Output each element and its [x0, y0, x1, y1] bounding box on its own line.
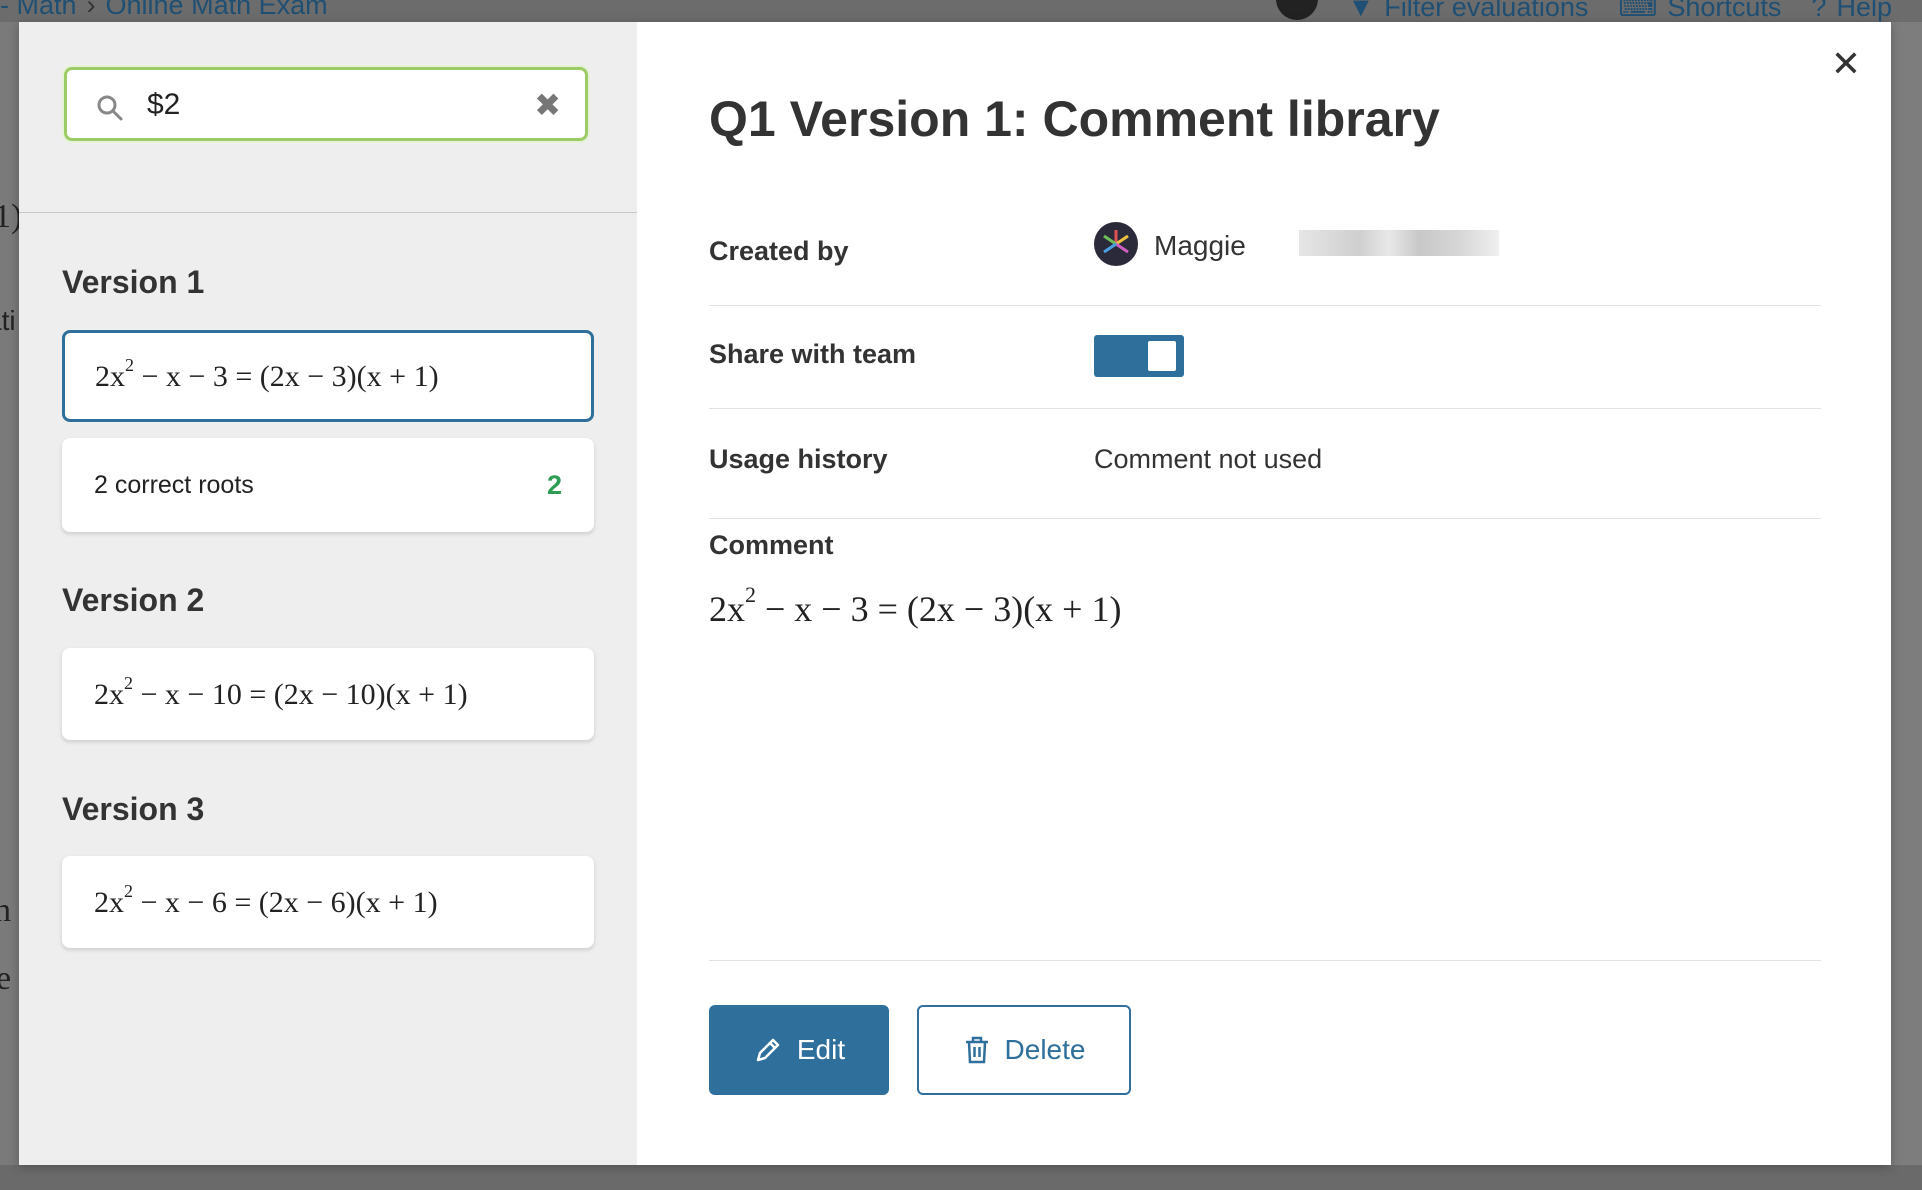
edit-button-label: Edit: [796, 1034, 846, 1065]
avatar-logo-icon: [1103, 230, 1129, 254]
filter-evaluations-label: Filter evaluations: [1384, 0, 1589, 22]
comment-label: Comment: [709, 530, 834, 560]
comment-card[interactable]: 2 correct roots 2: [62, 438, 594, 532]
group-title-version-2: Version 2: [62, 582, 205, 618]
usage-history-label: Usage history: [709, 444, 888, 474]
search-box: ✖: [64, 67, 588, 141]
created-by-row: Created by Maggie: [709, 202, 1821, 306]
background-text-fragment: ati: [0, 305, 16, 336]
close-icon[interactable]: ✕: [1831, 44, 1861, 84]
group-title-version-3: Version 3: [62, 791, 205, 827]
breadcrumb-separator: ›: [86, 0, 96, 20]
delete-button[interactable]: Delete: [917, 1005, 1131, 1095]
search-icon: [97, 95, 123, 121]
redacted-surname: [1299, 230, 1499, 256]
comment-card[interactable]: 2x2 − x − 6 = (2x − 6)(x + 1): [62, 856, 594, 948]
comment-body-math: 2x2 − x − 3 = (2x − 3)(x + 1): [709, 582, 1122, 629]
page-title: Q1 Version 1: Comment library: [709, 91, 1440, 147]
breadcrumb-item-course[interactable]: - Math: [0, 0, 77, 20]
usage-history-value: Comment not used: [1094, 444, 1323, 474]
comment-detail-panel: ✕ Q1 Version 1: Comment library Created …: [637, 22, 1891, 1165]
help-button[interactable]: ? Help: [1811, 0, 1892, 22]
filter-icon: ▼: [1347, 0, 1375, 22]
pencil-icon: [756, 1038, 780, 1062]
creator-name: Maggie: [1154, 230, 1246, 261]
edit-button[interactable]: Edit: [709, 1005, 889, 1095]
background-footer: [0, 1165, 1922, 1190]
comment-card-math: 2x2 − x − 6 = (2x − 6)(x + 1): [94, 880, 438, 919]
help-label: Help: [1836, 0, 1892, 22]
comment-card-selected[interactable]: 2x2 − x − 3 = (2x − 3)(x + 1): [62, 330, 594, 422]
comment-card-math: 2x2 − x − 10 = (2x − 10)(x + 1): [94, 672, 468, 711]
usage-history-row: Usage history Comment not used: [709, 408, 1821, 519]
comment-card-text: 2 correct roots: [94, 470, 254, 499]
shortcuts-button[interactable]: ⌨ Shortcuts: [1618, 0, 1782, 22]
share-with-team-row: Share with team: [709, 305, 1821, 409]
help-icon: ?: [1811, 0, 1827, 22]
usage-count-badge: 2: [546, 469, 562, 500]
created-by-label: Created by: [709, 236, 849, 266]
comment-sidebar: ✖ Version 1 2x2 − x − 3 = (2x − 3)(x + 1…: [19, 22, 637, 1165]
share-with-team-toggle[interactable]: [1094, 335, 1184, 377]
comment-card[interactable]: 2x2 − x − 10 = (2x − 10)(x + 1): [62, 648, 594, 740]
background-toolbar: ▼ Filter evaluations ⌨ Shortcuts ? Help: [1275, 0, 1892, 22]
background-header: - Math › Online Math Exam ▼ Filter evaluat…: [0, 0, 1922, 22]
group-title-version-1: Version 1: [62, 264, 205, 300]
comment-library-modal: ✖ Version 1 2x2 − x − 3 = (2x − 3)(x + 1…: [19, 22, 1891, 1165]
sidebar-divider: [19, 212, 637, 213]
clear-search-icon[interactable]: ✖: [534, 89, 561, 121]
share-with-team-label: Share with team: [709, 339, 917, 369]
background-text-fragment: h: [0, 892, 11, 929]
filter-evaluations-button[interactable]: ▼ Filter evaluations: [1347, 0, 1589, 22]
footer-divider: [709, 960, 1821, 961]
background-text-fragment: e: [0, 960, 12, 997]
breadcrumb-item-exam[interactable]: Online Math Exam: [106, 0, 328, 20]
background-avatar: [1275, 0, 1318, 20]
trash-icon: [965, 1036, 988, 1064]
keyboard-icon: ⌨: [1618, 0, 1658, 22]
breadcrumb: - Math › Online Math Exam: [0, 0, 328, 19]
comment-card-math: 2x2 − x − 3 = (2x − 3)(x + 1): [95, 354, 439, 393]
search-input[interactable]: [145, 80, 529, 130]
toggle-knob: [1148, 341, 1176, 371]
delete-button-label: Delete: [1004, 1034, 1086, 1065]
shortcuts-label: Shortcuts: [1667, 0, 1782, 22]
avatar: [1094, 222, 1138, 266]
